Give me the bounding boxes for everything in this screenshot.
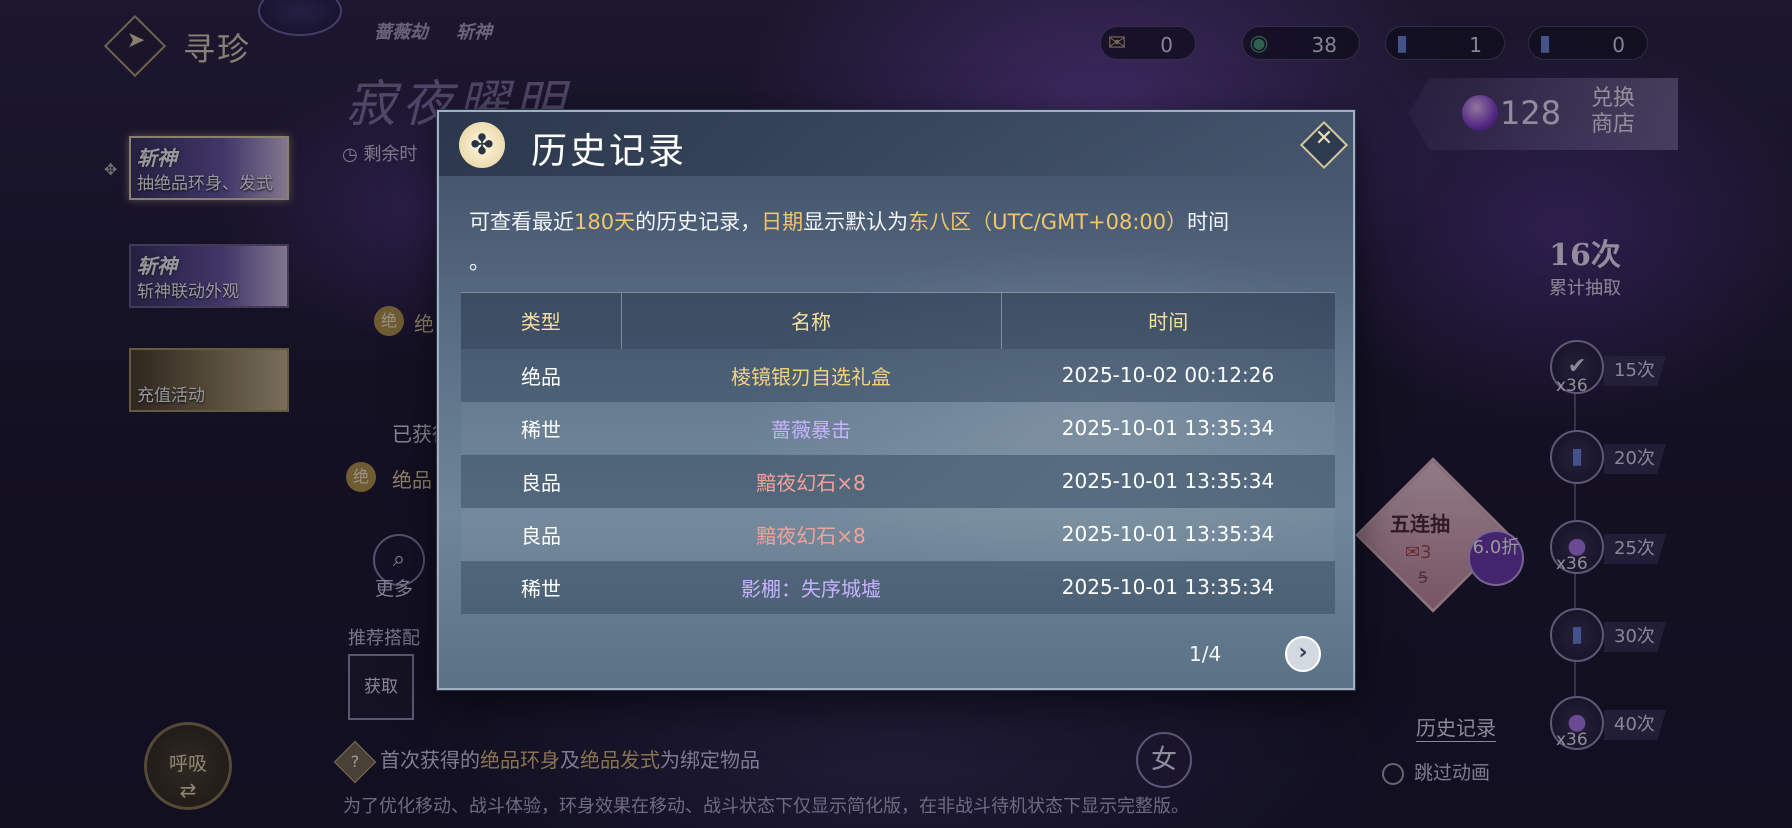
- time-cell: 2025-10-01 13:35:34: [1001, 507, 1335, 561]
- table-row: 良品 黯夜幻石×8 2025-10-01 13:35:34: [461, 454, 1335, 508]
- time-cell: 2025-10-01 13:35:34: [1001, 560, 1335, 614]
- type-cell: 稀世: [461, 401, 621, 455]
- page-indicator: 1/4: [1189, 642, 1222, 666]
- time-cell: 2025-10-01 13:35:34: [1001, 454, 1335, 508]
- table-row: 良品 黯夜幻石×8 2025-10-01 13:35:34: [461, 507, 1335, 561]
- table-row: 绝品 棱镜银刃自选礼盒 2025-10-02 00:12:26: [461, 348, 1335, 402]
- time-cell: 2025-10-01 13:35:34: [1001, 401, 1335, 455]
- type-cell: 良品: [461, 507, 621, 561]
- name-cell: 蔷薇暴击: [621, 401, 1001, 455]
- col-type: 类型: [461, 292, 621, 349]
- chevron-right-icon: ›: [1298, 640, 1308, 665]
- name-cell: 黯夜幻石×8: [621, 454, 1001, 508]
- type-cell: 良品: [461, 454, 621, 508]
- history-modal: ✤ 历史记录 ✕ 可查看最近180天的历史记录，日期显示默认为东八区（UTC/G…: [437, 110, 1355, 690]
- col-time: 时间: [1000, 292, 1335, 349]
- name-cell: 黯夜幻石×8: [621, 507, 1001, 561]
- table-row: 稀世 影棚：失序城墟 2025-10-01 13:35:34: [461, 560, 1335, 614]
- type-cell: 绝品: [461, 348, 621, 402]
- pinwheel-logo-icon: ✤: [459, 122, 505, 168]
- col-name: 名称: [620, 292, 1001, 349]
- table-header-row: 类型 名称 时间: [461, 292, 1335, 349]
- modal-title: 历史记录: [531, 131, 688, 172]
- history-table: 类型 名称 时间 绝品 棱镜银刃自选礼盒 2025-10-02 00:12:26 稀世…: [461, 292, 1335, 614]
- name-cell: 影棚：失序城墟: [621, 560, 1001, 614]
- time-cell: 2025-10-02 00:12:26: [1001, 348, 1335, 402]
- modal-description: 可查看最近180天的历史记录，日期显示默认为东八区（UTC/GMT+08:00）…: [469, 210, 1230, 274]
- close-icon: ✕: [1314, 126, 1334, 151]
- table-row: 稀世 蔷薇暴击 2025-10-01 13:35:34: [461, 401, 1335, 455]
- type-cell: 稀世: [461, 560, 621, 614]
- next-page-button[interactable]: ›: [1285, 636, 1321, 672]
- name-cell: 棱镜银刃自选礼盒: [621, 348, 1001, 402]
